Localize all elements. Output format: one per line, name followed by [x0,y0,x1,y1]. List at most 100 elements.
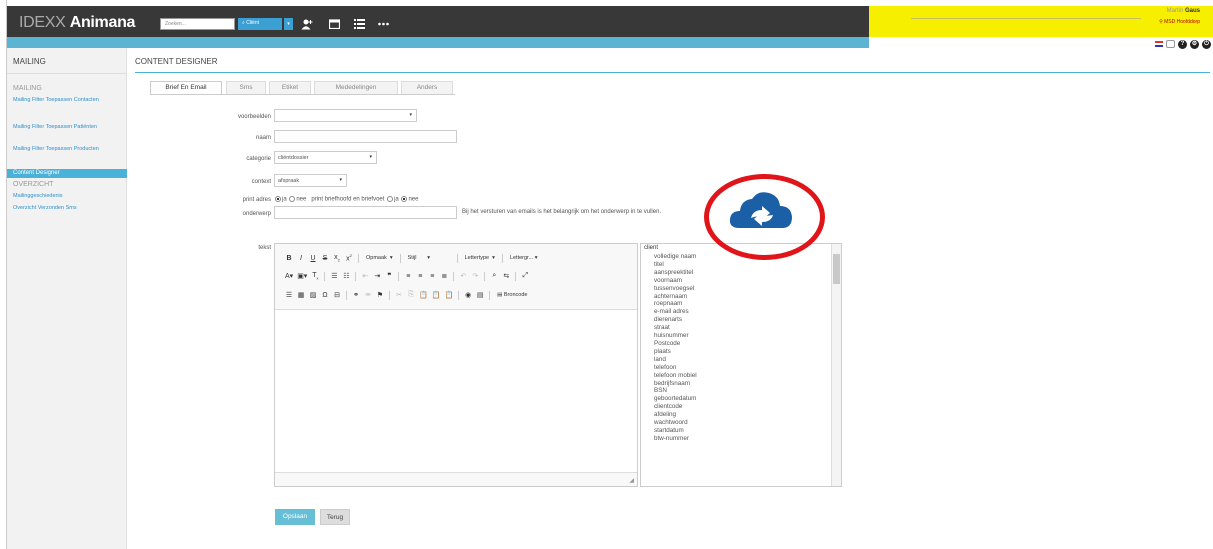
save-button[interactable]: Opslaan [275,509,315,525]
location-link[interactable]: ⚲ MSD Hoofddorp [1159,19,1200,25]
print-briefhoofd-ja-radio[interactable] [387,196,394,202]
horizontal-line-icon[interactable]: ☰ [283,291,295,299]
scrollbar-thumb[interactable] [833,254,840,284]
tab-mededelingen[interactable]: Mededelingen [314,81,398,94]
more-icon[interactable] [376,17,390,31]
sidebar-item-filter-producten[interactable]: Mailing Filter Toepassen Producten [13,146,123,152]
replace-icon[interactable]: ⇆ [500,272,512,280]
numbered-list-icon[interactable]: ☰ [328,272,340,280]
field-item[interactable]: huisnummer [654,332,697,340]
indent-icon[interactable]: ⇥ [371,272,383,280]
sidebar-item-mailinggeschiedenis[interactable]: Mailinggeschiedenis [13,193,123,199]
field-item[interactable]: wachtwoord [654,419,697,427]
tab-etiket[interactable]: Etiket [269,81,311,94]
find-icon[interactable]: ⌕ [488,272,500,280]
user-name[interactable]: Martin Gaus [1167,8,1200,14]
cut-icon[interactable]: ✂ [393,291,405,299]
back-button[interactable]: Terug [320,509,350,525]
field-item[interactable]: telefoon mobiel [654,372,697,380]
field-item[interactable]: clientcode [654,403,697,411]
field-item[interactable]: telefoon [654,364,697,372]
special-char-icon[interactable]: Ω [319,292,331,299]
help-icon[interactable]: ? [1178,39,1187,49]
text-color-icon[interactable]: A▾ [283,272,295,280]
resize-handle-icon[interactable]: ◢ [629,477,634,484]
calendar-icon[interactable] [327,17,341,31]
anchor-flag-icon[interactable]: ⚑ [374,291,386,299]
preview-icon[interactable]: ◉ [462,291,474,299]
superscript-icon[interactable]: x2 [343,253,355,262]
field-item[interactable]: titel [654,261,697,269]
field-item[interactable]: Postcode [654,340,697,348]
undo-icon[interactable]: ↶ [457,272,469,280]
field-item[interactable]: bedrijfsnaam [654,380,697,388]
editor-content-area[interactable] [275,310,637,472]
sidebar-item-overzicht-sms[interactable]: Overzicht Verzonden Sms [13,205,123,211]
tab-sms[interactable]: Sms [226,81,266,94]
justify-icon[interactable]: ≣ [438,272,450,280]
sidebar-item-filter-contacten[interactable]: Mailing Filter Toepassen Contacten [13,97,123,103]
source-button[interactable]: ▤ Broncode [493,292,531,298]
field-list-scrollbar[interactable] [831,244,841,486]
unlink-icon[interactable]: ⚮ [362,291,374,299]
templates-icon[interactable]: ▤ [474,291,486,299]
onderwerp-input[interactable] [274,206,457,219]
print-adres-ja-radio[interactable] [275,196,281,202]
categorie-select[interactable]: cliëntdossier ▾ [274,151,377,164]
field-item[interactable]: afdeling [654,411,697,419]
print-briefhoofd-nee-radio[interactable] [401,196,408,202]
tab-brief-en-email[interactable]: Brief En Email [150,81,222,95]
font-dropdown[interactable]: Lettertype ▾ [461,255,499,261]
list-icon[interactable] [352,17,366,31]
redo-icon[interactable]: ↷ [469,272,481,280]
naam-input[interactable] [274,130,457,143]
chevron-down-icon[interactable]: ▾ [284,18,293,30]
align-left-icon[interactable]: ≡ [402,273,414,280]
subscript-icon[interactable]: x2 [331,254,343,262]
font-size-dropdown[interactable]: Lettergr... ▾ [506,255,542,261]
field-item[interactable]: achternaam [654,293,697,301]
tab-anders[interactable]: Anders [401,81,453,94]
field-item[interactable]: roepnaam [654,300,697,308]
remove-format-icon[interactable]: Tx [309,272,321,280]
background-color-icon[interactable]: ▣▾ [295,272,309,280]
format-dropdown[interactable]: Opmaak ▾ [362,255,397,261]
voorbeelden-select[interactable]: ▾ [274,109,417,122]
italic-icon[interactable]: I [295,255,307,262]
merge-field-list[interactable]: client volledige naam titel aanspreektitel… [640,243,842,487]
paste-text-icon[interactable]: 📋 [430,291,443,299]
field-item[interactable]: startdatum [654,427,697,435]
field-item[interactable]: e-mail adres [654,308,697,316]
field-item[interactable]: btw-nummer [654,435,697,443]
field-item[interactable]: geboortedatum [654,395,697,403]
style-dropdown[interactable]: Stijl ▾ [404,255,454,261]
image-icon[interactable]: ▨ [307,291,319,299]
field-item[interactable]: volledige naam [654,253,697,261]
cloud-sync-icon[interactable] [727,188,797,232]
bulleted-list-icon[interactable]: ☷ [340,272,352,280]
sidebar-item-content-designer[interactable]: Content Designer [7,169,127,178]
print-adres-nee-radio[interactable] [289,196,296,202]
link-icon[interactable]: ⚭ [350,291,362,299]
paste-icon[interactable]: 📋 [417,291,430,299]
search-scope-button[interactable]: ⌕ Cliënt [238,18,282,30]
table-icon[interactable]: ▦ [295,291,307,299]
field-item[interactable]: land [654,356,697,364]
field-item[interactable]: dierenarts [654,316,697,324]
context-select[interactable]: afspraak ▾ [274,174,347,187]
app-logo[interactable]: IDEXX Animana [19,14,135,32]
bold-icon[interactable]: B [283,255,295,262]
language-flag-icon[interactable] [1155,41,1163,47]
maximize-icon[interactable]: ⤢ [519,272,531,280]
align-center-icon[interactable]: ≡ [414,273,426,280]
field-item[interactable]: tussenvoegsel [654,285,697,293]
power-icon[interactable]: ⏻ [1202,39,1211,49]
underline-icon[interactable]: U [307,255,319,262]
paste-word-icon[interactable]: 📋 [442,291,455,299]
blockquote-icon[interactable]: ❞ [383,272,395,280]
outdent-icon[interactable]: ⇤ [359,272,371,280]
field-item[interactable]: aanspreektitel [654,269,697,277]
settings-icon[interactable]: ⚙ [1190,39,1199,49]
search-input[interactable]: Zoeken... [160,18,235,30]
page-break-icon[interactable]: ⊟ [331,291,343,299]
